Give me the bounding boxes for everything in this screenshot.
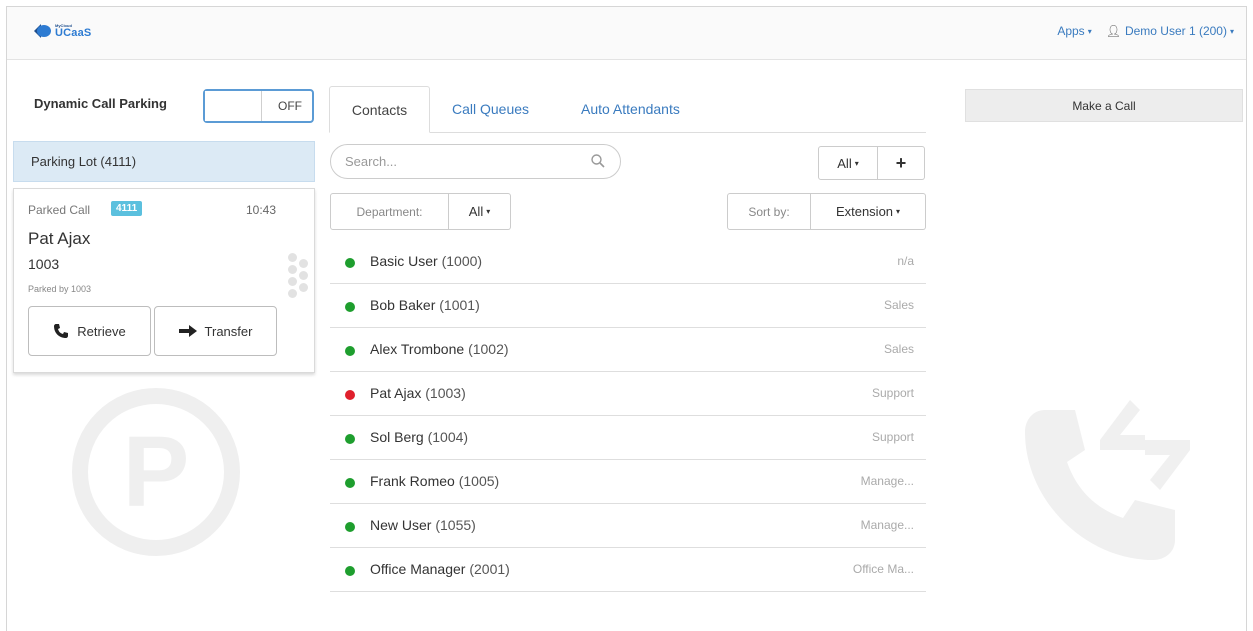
contact-extension: (1001) xyxy=(439,297,480,313)
filter-all-label: All xyxy=(837,155,852,171)
call-parking-toggle[interactable]: OFF xyxy=(203,89,314,123)
presence-dot xyxy=(345,302,355,312)
filter-all-dropdown[interactable]: All ▾ xyxy=(818,146,878,180)
parked-caller-name: Pat Ajax xyxy=(28,229,91,248)
contact-name: New User xyxy=(370,517,432,533)
contact-extension: (1000) xyxy=(441,253,483,269)
tab-contacts[interactable]: Contacts xyxy=(329,86,430,133)
presence-dot xyxy=(345,566,355,576)
presence-dot xyxy=(345,522,355,532)
search-input[interactable]: Search... xyxy=(330,144,621,179)
presence-dot xyxy=(345,390,355,400)
retrieve-button[interactable]: Retrieve xyxy=(28,306,151,356)
presence-dot xyxy=(345,258,355,268)
department-filter: Department: All ▾ xyxy=(330,193,511,230)
department-value: All xyxy=(468,204,484,219)
search-placeholder: Search... xyxy=(345,154,398,169)
contact-name: Sol Berg xyxy=(370,429,424,445)
brand-text: UCaaS xyxy=(55,26,92,39)
chevron-down-icon: ▾ xyxy=(854,158,859,168)
sort-dropdown[interactable]: Extension ▾ xyxy=(811,193,926,230)
cloud-logo-icon xyxy=(34,24,51,38)
parked-call-card[interactable]: Parked Call 4111 10:43 Pat Ajax 1003 Par… xyxy=(13,188,315,373)
sort-label: Sort by: xyxy=(727,193,811,230)
contact-row[interactable]: Pat Ajax (1003) Support xyxy=(330,372,926,416)
tab-call-queues[interactable]: Call Queues xyxy=(452,86,529,132)
contact-name: Alex Trombone xyxy=(370,341,465,357)
transfer-label: Transfer xyxy=(204,323,253,339)
contact-department: n/a xyxy=(897,254,914,268)
transfer-button[interactable]: Transfer xyxy=(154,306,277,356)
contact-row[interactable]: Frank Romeo (1005) Manage... xyxy=(330,460,926,504)
chevron-down-icon: ▾ xyxy=(896,207,901,216)
contact-row[interactable]: Sol Berg (1004) Support xyxy=(330,416,926,460)
contact-department: Sales xyxy=(883,342,914,356)
user-menu-label: Demo User 1 (200) xyxy=(1124,24,1227,38)
drag-handle-icon[interactable] xyxy=(286,253,310,309)
top-navbar: MyCloud UCaaS Apps ▾ 👤︎ Demo User 1 (200) ▾ xyxy=(7,7,1246,60)
contact-row[interactable]: Office Manager (2001) Office Ma... xyxy=(330,548,926,592)
parking-lot-header[interactable]: Parking Lot (4111) xyxy=(13,141,315,182)
contact-department: Support xyxy=(871,430,914,444)
contact-row[interactable]: Alex Trombone (1002) Sales xyxy=(330,328,926,372)
contact-row[interactable]: New User (1055) Manage... xyxy=(330,504,926,548)
presence-dot xyxy=(345,434,355,444)
user-icon: 👤︎ xyxy=(1105,24,1121,38)
parked-call-title: Parked Call xyxy=(28,203,91,217)
parked-caller-extension: 1003 xyxy=(28,256,60,272)
department-label: Department: xyxy=(330,193,449,230)
parked-call-time: 10:43 xyxy=(245,203,276,217)
chevron-down-icon: ▾ xyxy=(1087,27,1092,36)
user-menu[interactable]: 👤︎ Demo User 1 (200) ▾ xyxy=(1106,24,1234,38)
apps-menu-label: Apps xyxy=(1057,24,1085,38)
contact-department: Support xyxy=(871,386,914,400)
filter-group: All ▾ + xyxy=(818,146,925,180)
contact-extension: (1005) xyxy=(458,473,500,489)
contact-name: Pat Ajax xyxy=(370,385,422,401)
contact-tabs: Contacts Call Queues Auto Attendants xyxy=(329,86,926,133)
contact-department: Manage... xyxy=(860,474,914,488)
contact-extension: (1004) xyxy=(427,429,469,445)
contact-row[interactable]: Basic User (1000) n/a xyxy=(330,240,926,284)
sort-control: Sort by: Extension ▾ xyxy=(727,193,926,230)
department-dropdown[interactable]: All ▾ xyxy=(449,193,511,230)
chevron-down-icon: ▾ xyxy=(1229,27,1234,36)
sort-value: Extension xyxy=(835,204,894,219)
phone-icon xyxy=(54,324,69,338)
dynamic-call-parking-label: Dynamic Call Parking xyxy=(34,96,167,111)
contact-department: Manage... xyxy=(860,518,914,532)
contact-name: Basic User xyxy=(370,253,438,269)
contact-extension: (1055) xyxy=(435,517,476,533)
contact-extension: (1002) xyxy=(468,341,509,357)
brand-logo[interactable]: MyCloud UCaaS xyxy=(31,21,91,41)
toggle-knob xyxy=(205,91,262,121)
parked-call-badge: 4111 xyxy=(111,201,143,216)
contact-name: Frank Romeo xyxy=(370,473,455,489)
make-call-button[interactable]: Make a Call xyxy=(965,89,1243,122)
chevron-down-icon: ▾ xyxy=(486,207,491,216)
phone-transfer-watermark-icon xyxy=(1025,400,1190,560)
toggle-state-text: OFF xyxy=(278,99,302,113)
arrow-right-icon xyxy=(178,325,197,337)
presence-dot xyxy=(345,346,355,356)
contact-row[interactable]: Bob Baker (1001) Sales xyxy=(330,284,926,328)
add-contact-button[interactable]: + xyxy=(878,146,925,180)
contact-extension: (1003) xyxy=(425,385,466,401)
contact-department: Office Ma... xyxy=(852,562,914,576)
retrieve-label: Retrieve xyxy=(77,323,126,339)
contact-name: Office Manager xyxy=(370,561,466,577)
parking-watermark-icon: P xyxy=(72,388,240,556)
apps-menu[interactable]: Apps ▾ xyxy=(1057,24,1091,38)
tab-auto-attendants[interactable]: Auto Attendants xyxy=(581,86,680,132)
top-nav-links: Apps ▾ 👤︎ Demo User 1 (200) ▾ xyxy=(1057,24,1234,38)
presence-dot xyxy=(345,478,355,488)
contact-department: Sales xyxy=(883,298,914,312)
contact-extension: (2001) xyxy=(469,561,510,577)
contact-list: Basic User (1000) n/a Bob Baker (1001) Sal… xyxy=(330,240,926,592)
parked-by-text: Parked by 1003 xyxy=(28,284,92,294)
parking-lot-label: Parking Lot (4111) xyxy=(31,154,137,169)
search-icon xyxy=(591,154,605,168)
contact-name: Bob Baker xyxy=(370,297,436,313)
